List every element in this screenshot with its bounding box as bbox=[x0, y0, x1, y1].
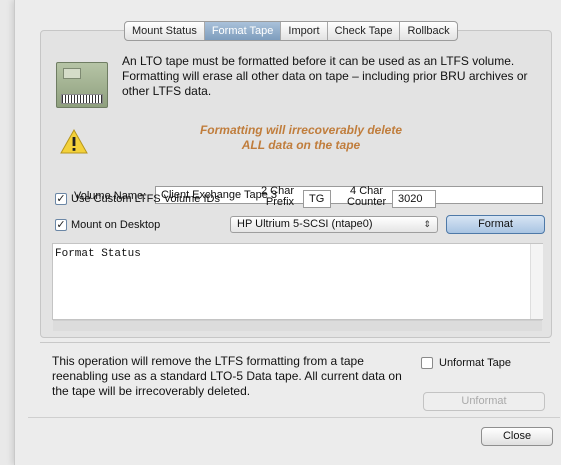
device-select-value: HP Ultrium 5-SCSI (ntape0) bbox=[237, 218, 373, 230]
tab-format-tape[interactable]: Format Tape bbox=[204, 22, 282, 40]
counter-input[interactable] bbox=[392, 190, 436, 208]
tab-check-tape[interactable]: Check Tape bbox=[328, 22, 401, 40]
warning-line-1: Formatting will irrecoverably delete bbox=[199, 123, 403, 137]
counter-label: 4 Char Counter bbox=[347, 186, 386, 208]
device-select[interactable]: HP Ultrium 5-SCSI (ntape0) ⇕ bbox=[230, 216, 438, 233]
section-divider bbox=[40, 342, 550, 343]
prefix-label: 2 Char Prefix bbox=[261, 186, 294, 208]
format-status-log[interactable]: Format Status bbox=[52, 243, 543, 320]
format-description: An LTO tape must be formatted before it … bbox=[122, 54, 528, 98]
mount-desktop-checkbox[interactable]: ✓ bbox=[55, 219, 67, 231]
footer-divider bbox=[28, 417, 560, 418]
mount-desktop-label: Mount on Desktop bbox=[71, 219, 161, 231]
updown-arrows-icon: ⇕ bbox=[423, 219, 431, 229]
tab-import[interactable]: Import bbox=[281, 22, 328, 40]
warning-icon bbox=[60, 129, 88, 154]
tab-rollback[interactable]: Rollback bbox=[400, 22, 456, 40]
warning-message: Formatting will irrecoverably delete ALL… bbox=[166, 123, 436, 153]
unformat-button[interactable]: Unformat bbox=[423, 392, 545, 411]
status-vertical-scrollbar[interactable] bbox=[530, 244, 543, 319]
close-button[interactable]: Close bbox=[481, 427, 553, 446]
format-button[interactable]: Format bbox=[446, 215, 545, 234]
tab-mount-status[interactable]: Mount Status bbox=[125, 22, 205, 40]
lto-tape-icon bbox=[56, 62, 108, 108]
counter-label-line2: Counter bbox=[347, 196, 387, 208]
tab-bar: Mount Status Format Tape Import Check Ta… bbox=[124, 21, 458, 41]
unformat-checkbox-label: Unformat Tape bbox=[439, 357, 511, 369]
warning-line-2: ALL data on the tape bbox=[241, 138, 361, 152]
custom-ids-checkbox[interactable]: ✓ bbox=[55, 193, 67, 205]
unformat-checkbox[interactable] bbox=[421, 357, 433, 369]
prefix-input[interactable] bbox=[303, 190, 331, 208]
status-horizontal-scrollbar[interactable] bbox=[53, 320, 542, 331]
prefix-label-line2: Prefix bbox=[265, 196, 295, 208]
unformat-description: This operation will remove the LTFS form… bbox=[52, 354, 402, 398]
custom-ids-label: Use Custom LTFS Volume IDs bbox=[71, 193, 220, 205]
